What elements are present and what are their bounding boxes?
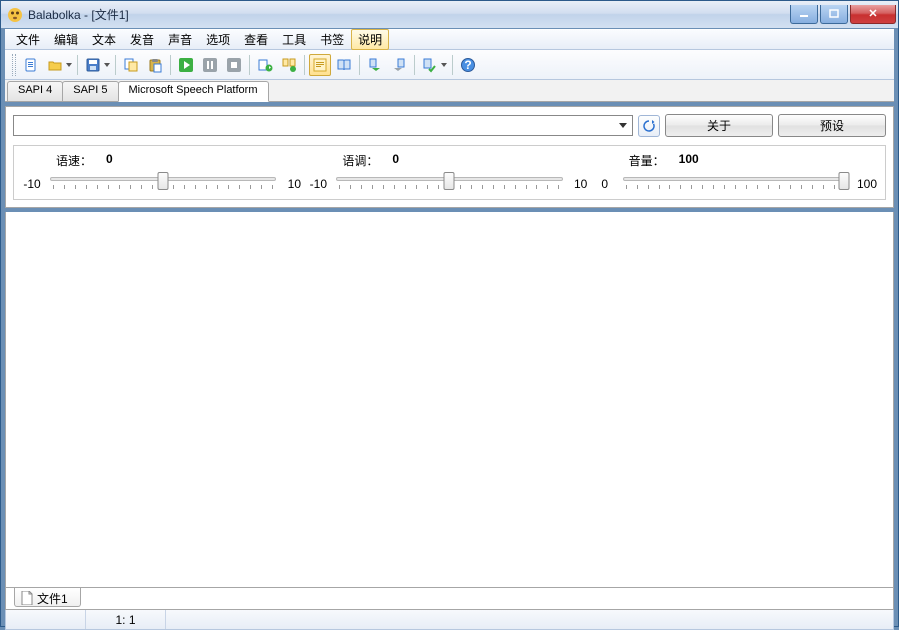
toolbar-separator xyxy=(249,55,250,75)
toolbar-separator xyxy=(115,55,116,75)
menu-edit[interactable]: 编辑 xyxy=(47,29,85,50)
pitch-max: 10 xyxy=(569,177,593,191)
book-button[interactable] xyxy=(333,54,355,76)
save-dropdown[interactable] xyxy=(103,54,110,76)
tab-sapi4[interactable]: SAPI 4 xyxy=(7,81,63,101)
dropdown-arrow-icon[interactable] xyxy=(614,117,631,134)
sliders-box: 语速： 0 -10 10 语调： 0 -10 10 xyxy=(13,145,886,200)
speed-value: 0 xyxy=(106,152,113,169)
pitch-value: 0 xyxy=(392,152,399,169)
pitch-label: 语调： xyxy=(342,152,378,169)
slider-thumb[interactable] xyxy=(444,172,455,190)
volume-max: 100 xyxy=(855,177,879,191)
toolbar-separator xyxy=(414,55,415,75)
slider-pitch: 语调： 0 -10 10 xyxy=(306,152,592,197)
menu-tools[interactable]: 工具 xyxy=(275,29,313,50)
spellcheck-dropdown[interactable] xyxy=(440,54,447,76)
speed-slider[interactable] xyxy=(50,171,276,197)
speed-label: 语速： xyxy=(56,152,92,169)
app-icon xyxy=(7,7,23,23)
menu-options[interactable]: 选项 xyxy=(199,29,237,50)
slider-thumb[interactable] xyxy=(158,172,169,190)
nav-next-button[interactable] xyxy=(388,54,410,76)
volume-slider[interactable] xyxy=(623,171,849,197)
document-icon xyxy=(21,591,33,605)
toolbar-separator xyxy=(359,55,360,75)
menu-voice[interactable]: 声音 xyxy=(161,29,199,50)
pause-button[interactable] xyxy=(199,54,221,76)
engine-tabs: SAPI 4 SAPI 5 Microsoft Speech Platform xyxy=(5,80,894,102)
close-button[interactable]: ✕ xyxy=(850,5,896,24)
volume-min: 0 xyxy=(593,177,617,191)
status-line-col: 1: 1 xyxy=(86,610,166,629)
copy-button[interactable] xyxy=(120,54,142,76)
menu-view[interactable]: 查看 xyxy=(237,29,275,50)
stop-button[interactable] xyxy=(223,54,245,76)
menu-bookmark[interactable]: 书签 xyxy=(313,29,351,50)
menu-file[interactable]: 文件 xyxy=(9,29,47,50)
refresh-voices-button[interactable] xyxy=(638,115,660,137)
pitch-slider[interactable] xyxy=(336,171,562,197)
open-folder-button[interactable] xyxy=(44,54,66,76)
refresh-icon xyxy=(642,119,656,133)
window-controls: ✕ xyxy=(788,5,896,25)
svg-text:?: ? xyxy=(464,58,471,72)
toolbar-grip[interactable] xyxy=(12,54,16,76)
slider-volume: 音量： 100 0 100 xyxy=(593,152,879,197)
help-button[interactable]: ? xyxy=(457,54,479,76)
maximize-button[interactable] xyxy=(820,5,848,24)
toolbar: ? xyxy=(5,50,894,80)
volume-label: 音量： xyxy=(629,152,665,169)
play-button[interactable] xyxy=(175,54,197,76)
voice-select[interactable] xyxy=(13,115,633,136)
speed-max: 10 xyxy=(282,177,306,191)
slider-thumb[interactable] xyxy=(839,172,850,190)
voice-panel: 关于 预设 语速： 0 -10 10 语调： 0 -10 xyxy=(5,106,894,208)
statusbar: 1: 1 xyxy=(5,610,894,630)
window-title: Balabolka - [文件1] xyxy=(28,6,788,23)
text-editor[interactable] xyxy=(5,212,894,588)
document-tab-label: 文件1 xyxy=(37,590,68,607)
save-button[interactable] xyxy=(82,54,104,76)
minimize-button[interactable] xyxy=(790,5,818,24)
speed-min: -10 xyxy=(20,177,44,191)
menubar: 文件 编辑 文本 发音 声音 选项 查看 工具 书签 说明 xyxy=(5,29,894,50)
document-tab[interactable]: 文件1 xyxy=(14,588,81,607)
new-file-button[interactable] xyxy=(20,54,42,76)
highlight-text-button[interactable] xyxy=(309,54,331,76)
menu-help[interactable]: 说明 xyxy=(351,29,389,50)
export-audio-button[interactable] xyxy=(254,54,276,76)
toolbar-separator xyxy=(170,55,171,75)
spellcheck-button[interactable] xyxy=(419,54,441,76)
open-folder-dropdown[interactable] xyxy=(65,54,72,76)
paste-button[interactable] xyxy=(144,54,166,76)
preset-button[interactable]: 预设 xyxy=(778,114,886,137)
split-audio-button[interactable] xyxy=(278,54,300,76)
toolbar-separator xyxy=(452,55,453,75)
menu-text[interactable]: 文本 xyxy=(85,29,123,50)
toolbar-separator xyxy=(77,55,78,75)
menu-speak[interactable]: 发音 xyxy=(123,29,161,50)
pitch-min: -10 xyxy=(306,177,330,191)
document-tabs: 文件1 xyxy=(5,588,894,610)
toolbar-separator xyxy=(304,55,305,75)
titlebar: Balabolka - [文件1] ✕ xyxy=(1,1,898,29)
nav-prev-button[interactable] xyxy=(364,54,386,76)
tab-sapi5[interactable]: SAPI 5 xyxy=(62,81,118,101)
volume-value: 100 xyxy=(679,152,699,169)
about-button[interactable]: 关于 xyxy=(665,114,773,137)
slider-speed: 语速： 0 -10 10 xyxy=(20,152,306,197)
tab-ms-speech-platform[interactable]: Microsoft Speech Platform xyxy=(118,81,269,102)
